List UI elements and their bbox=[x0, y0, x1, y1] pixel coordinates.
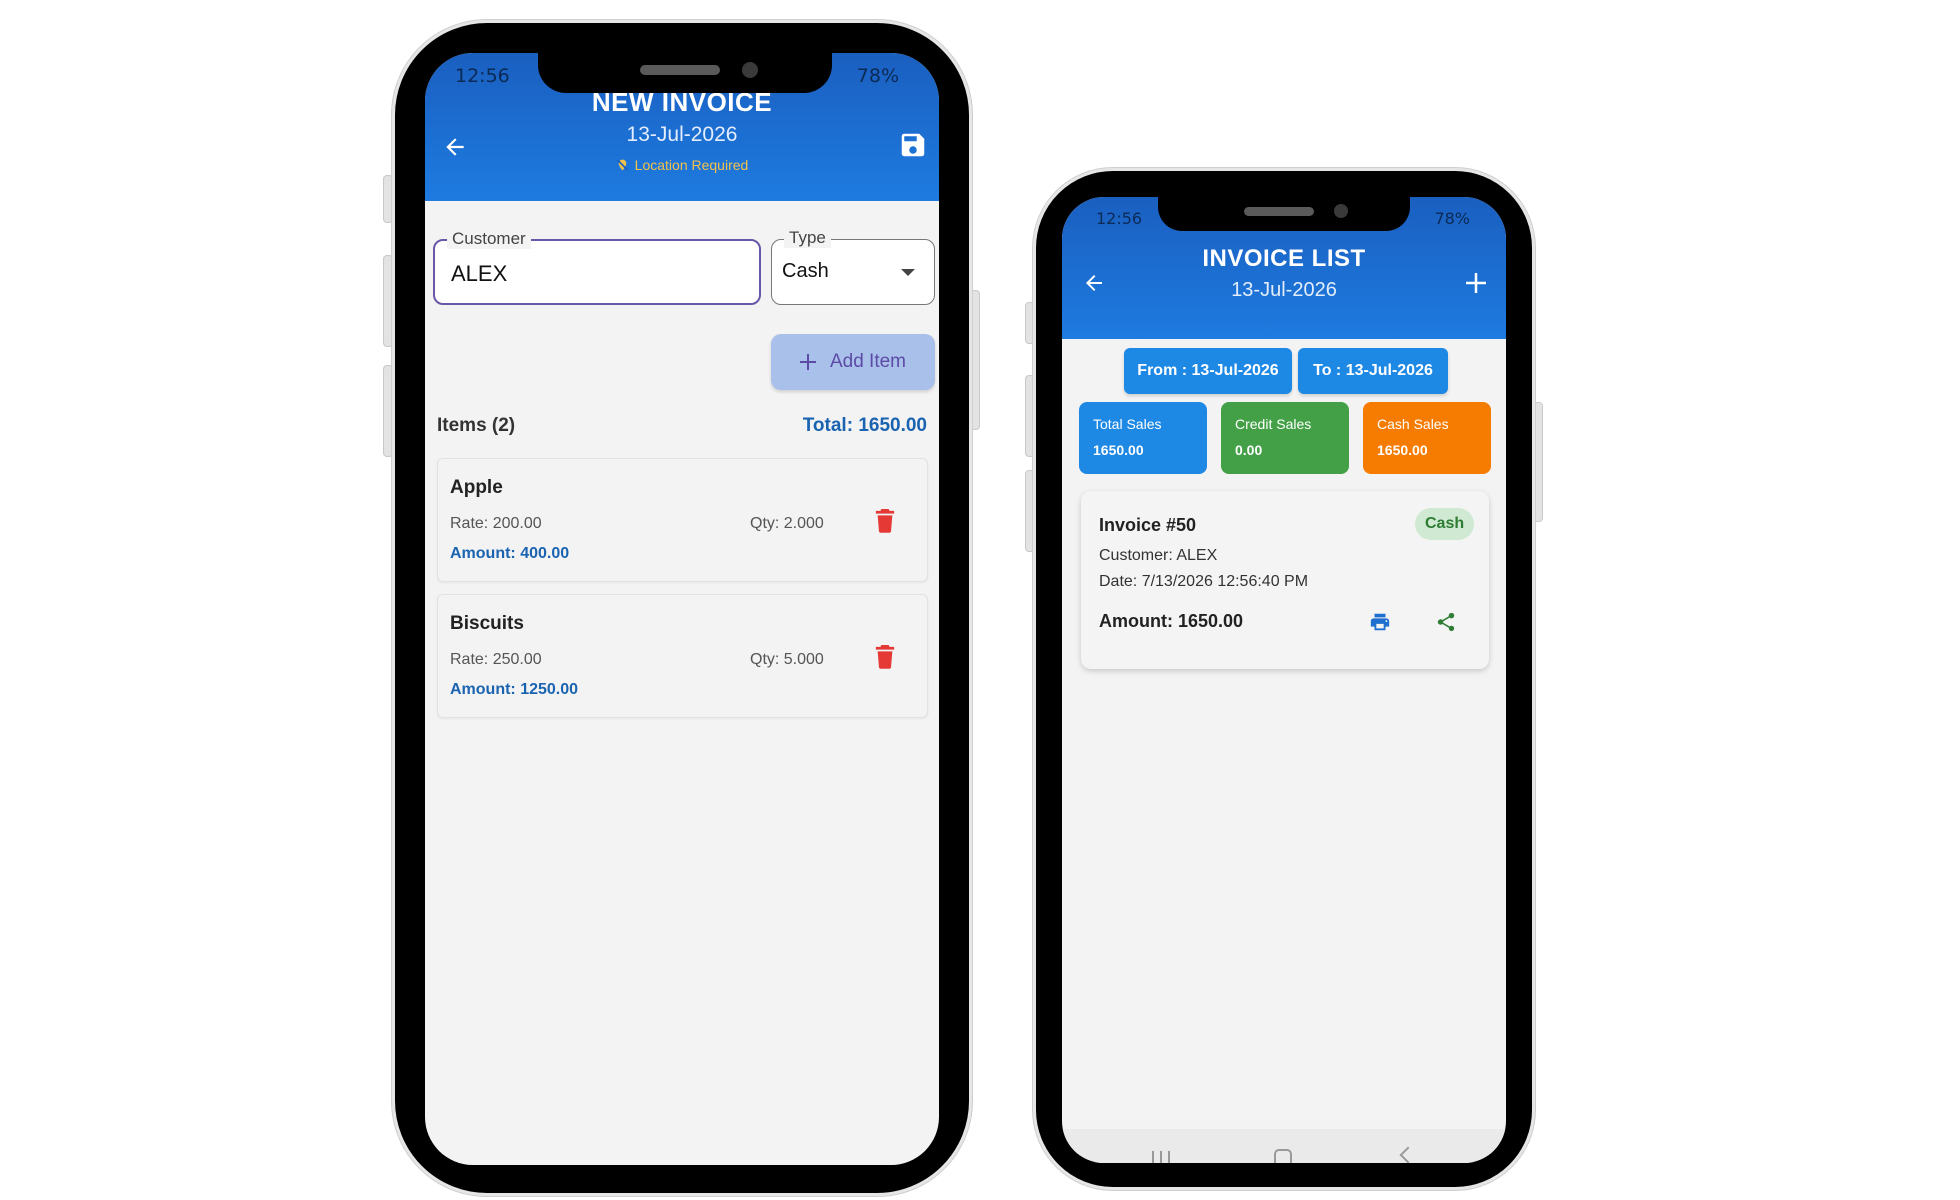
share-icon bbox=[1437, 612, 1455, 632]
customer-field[interactable]: Customer ALEX bbox=[433, 229, 761, 305]
items-total: Total: 1650.00 bbox=[802, 415, 927, 436]
phone-speaker bbox=[640, 65, 720, 75]
item-rate: Rate: 250.00 bbox=[450, 651, 542, 668]
stat-label: Cash Sales bbox=[1377, 416, 1449, 432]
invoice-customer: Customer: ALEX bbox=[1099, 547, 1218, 564]
home-icon[interactable] bbox=[1274, 1149, 1292, 1163]
status-bar-battery: 78% bbox=[1434, 209, 1470, 228]
add-item-label: Add Item bbox=[829, 351, 907, 372]
share-button[interactable] bbox=[1429, 605, 1463, 639]
add-item-button[interactable]: Add Item bbox=[771, 334, 935, 390]
system-nav-bar bbox=[1062, 1129, 1506, 1163]
print-button[interactable] bbox=[1363, 605, 1397, 639]
phone-camera bbox=[742, 62, 758, 78]
location-off-icon bbox=[616, 159, 628, 171]
status-bar-time: 12:56 bbox=[1096, 209, 1143, 228]
invoice-date: Date: 7/13/2026 12:56:40 PM bbox=[1099, 573, 1309, 590]
stat-value: 1650.00 bbox=[1093, 442, 1144, 458]
print-icon bbox=[1370, 613, 1390, 631]
add-invoice-button[interactable] bbox=[1458, 265, 1494, 301]
phone-camera bbox=[1334, 204, 1348, 218]
location-required-text: Location Required bbox=[634, 157, 749, 173]
type-label: Type bbox=[784, 228, 831, 248]
dropdown-icon bbox=[901, 269, 915, 276]
status-bar-time: 12:56 bbox=[455, 65, 510, 87]
total-sales-card: Total Sales 1650.00 bbox=[1079, 402, 1207, 474]
page-date: 13-Jul-2026 bbox=[1231, 279, 1337, 301]
status-bar-battery: 78% bbox=[856, 65, 899, 87]
back-button[interactable] bbox=[435, 127, 475, 167]
new-invoice-screen: 12:56 78% NEW INVOICE 13-Jul-2026 Locati… bbox=[425, 53, 939, 1165]
invoice-amount: Amount: 1650.00 bbox=[1099, 611, 1244, 631]
recent-apps-icon[interactable] bbox=[1152, 1151, 1170, 1163]
status-badge: Cash bbox=[1415, 508, 1475, 540]
back-arrow-icon bbox=[446, 138, 464, 156]
item-amount: Amount: 400.00 bbox=[450, 545, 570, 562]
save-icon bbox=[901, 133, 925, 157]
plus-icon bbox=[799, 354, 816, 370]
item-qty: Qty: 2.000 bbox=[750, 515, 824, 532]
phone-speaker bbox=[1244, 207, 1314, 216]
item-name: Apple bbox=[450, 477, 503, 498]
stat-label: Total Sales bbox=[1093, 416, 1162, 432]
type-value: Cash bbox=[782, 260, 829, 282]
phone-notch bbox=[1158, 195, 1410, 231]
item-qty: Qty: 5.000 bbox=[750, 651, 824, 668]
to-date-button[interactable]: To : 13-Jul-2026 bbox=[1298, 348, 1448, 394]
stat-value: 1650.00 bbox=[1377, 442, 1428, 458]
cash-sales-card: Cash Sales 1650.00 bbox=[1363, 402, 1491, 474]
trash-icon bbox=[875, 509, 895, 533]
plus-icon bbox=[1466, 273, 1486, 293]
location-status[interactable]: Location Required bbox=[425, 157, 939, 173]
item-name: Biscuits bbox=[450, 613, 524, 634]
stat-label: Credit Sales bbox=[1235, 416, 1312, 432]
page-date: 13-Jul-2026 bbox=[626, 123, 738, 146]
invoice-list-screen: 12:56 78% INVOICE LIST 13-Jul-2026 From … bbox=[1062, 197, 1506, 1163]
items-count: Items (2) bbox=[437, 415, 516, 436]
phone-notch bbox=[538, 51, 832, 93]
trash-icon bbox=[875, 645, 895, 669]
save-button[interactable] bbox=[893, 125, 933, 165]
invoice-title: Invoice #50 bbox=[1099, 515, 1197, 535]
invoice-card[interactable]: Invoice #50 Cash Customer: ALEX Date: 7/… bbox=[1081, 491, 1489, 669]
item-amount: Amount: 1250.00 bbox=[450, 681, 579, 698]
back-nav-icon[interactable] bbox=[1399, 1146, 1417, 1163]
from-date-button[interactable]: From : 13-Jul-2026 bbox=[1124, 348, 1292, 394]
customer-value: ALEX bbox=[451, 261, 508, 286]
stat-value: 0.00 bbox=[1235, 442, 1263, 458]
item-rate: Rate: 200.00 bbox=[450, 515, 542, 532]
customer-label: Customer bbox=[447, 229, 531, 249]
new-invoice-phone: 12:56 78% NEW INVOICE 13-Jul-2026 Locati… bbox=[392, 20, 972, 1196]
list-item[interactable]: Biscuits Rate: 250.00 Qty: 5.000 Amount:… bbox=[437, 594, 928, 718]
delete-item-button[interactable] bbox=[874, 643, 900, 673]
page-title: INVOICE LIST bbox=[1202, 245, 1366, 272]
credit-sales-card: Credit Sales 0.00 bbox=[1221, 402, 1349, 474]
back-button[interactable] bbox=[1076, 265, 1112, 301]
type-dropdown[interactable]: Type Cash bbox=[771, 228, 935, 305]
back-arrow-icon bbox=[1086, 275, 1102, 291]
delete-item-button[interactable] bbox=[874, 507, 900, 537]
list-item[interactable]: Apple Rate: 200.00 Qty: 2.000 Amount: 40… bbox=[437, 458, 928, 582]
invoice-list-phone: 12:56 78% INVOICE LIST 13-Jul-2026 From … bbox=[1033, 168, 1535, 1190]
